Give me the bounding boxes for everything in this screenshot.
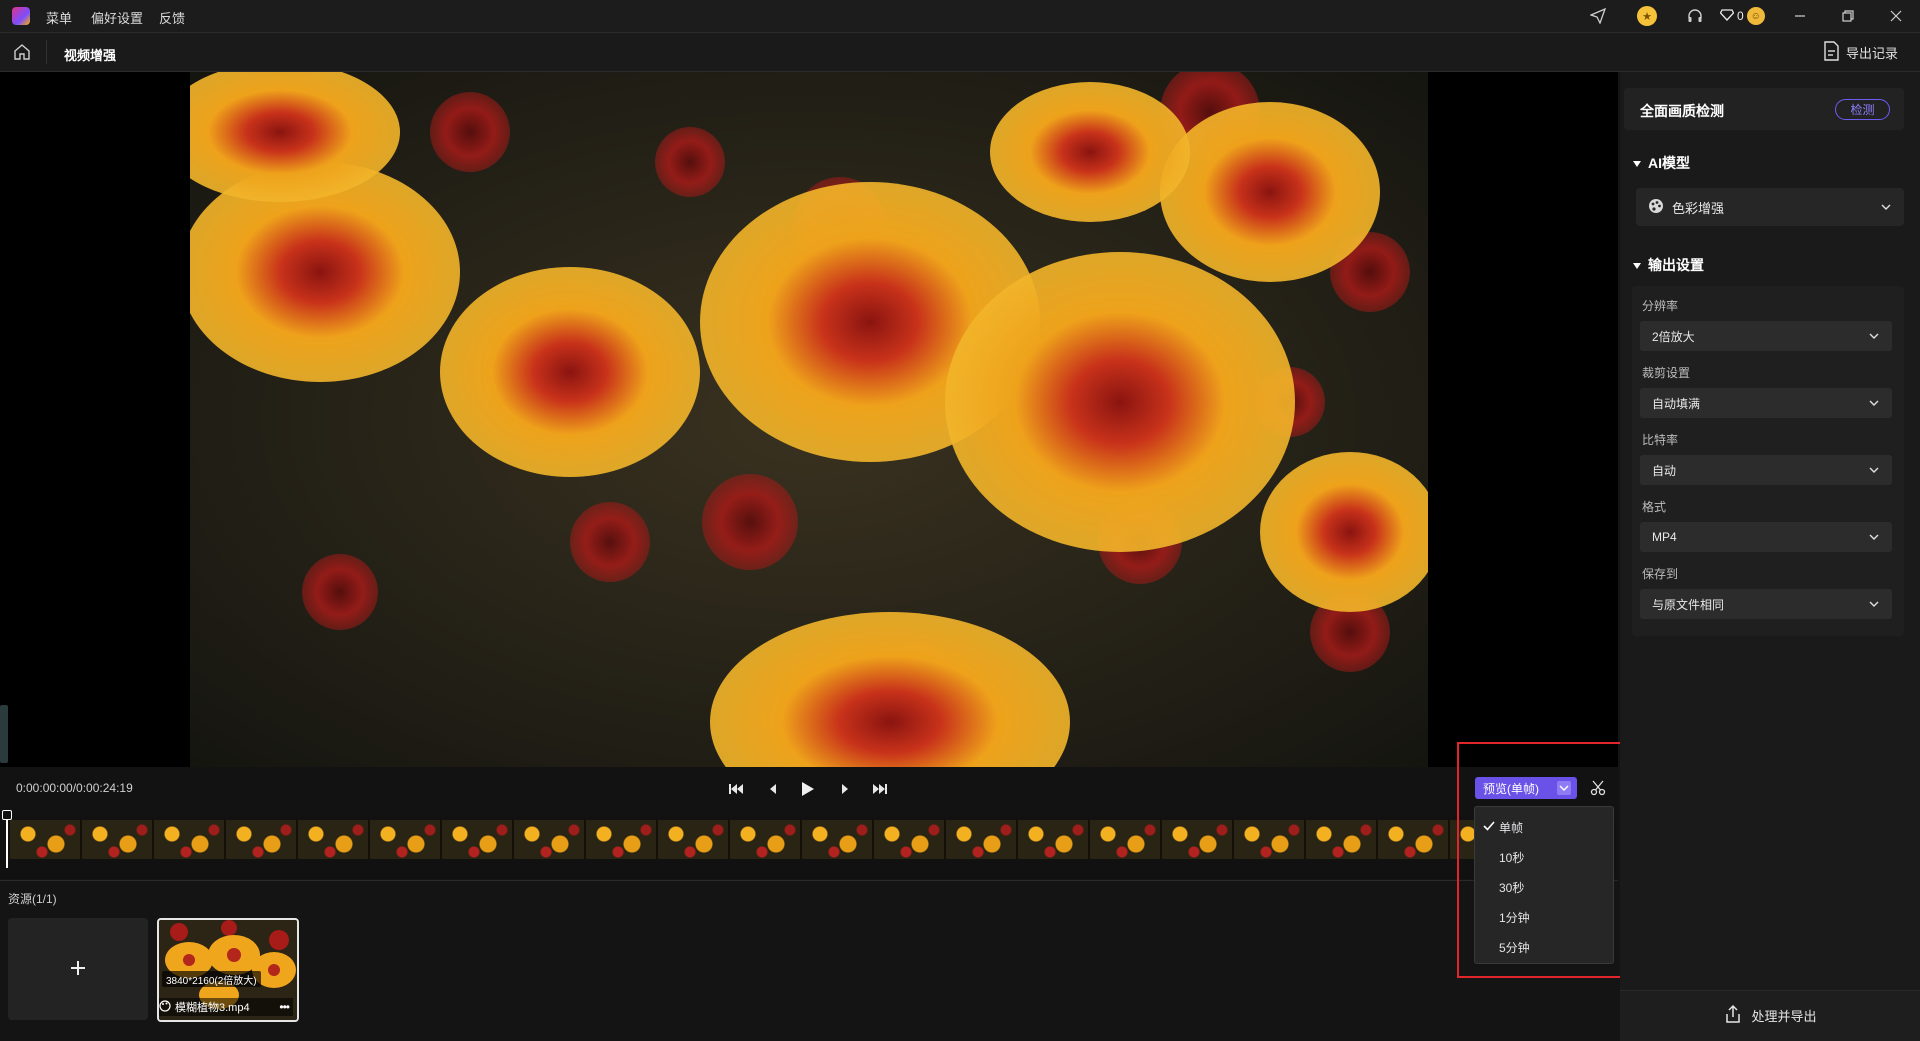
page-title: 视频增强	[64, 48, 117, 63]
export-record-button[interactable]: 导出记录	[1822, 41, 1898, 64]
title-bar	[0, 0, 1920, 33]
section-ai-model[interactable]: AI模型	[1632, 153, 1690, 173]
headset-icon[interactable]	[1685, 6, 1705, 26]
ai-model-select[interactable]: 色彩增强	[1636, 188, 1904, 226]
section-output-settings[interactable]: 输出设置	[1632, 255, 1704, 275]
chevron-down-icon	[1868, 598, 1880, 610]
app-logo	[12, 7, 30, 25]
caret-down-icon	[1632, 155, 1642, 171]
crop-label: 裁剪设置	[1642, 366, 1691, 380]
export-record-label: 导出记录	[1846, 46, 1899, 61]
avatar[interactable]: ☺	[1746, 7, 1765, 25]
chevron-down-icon	[1868, 464, 1880, 476]
quality-check-title: 全面画质检测	[1640, 103, 1724, 119]
coin-icon[interactable]: ★	[1637, 6, 1657, 26]
palette-icon	[1648, 198, 1664, 217]
ai-model-value: 色彩增强	[1672, 200, 1725, 216]
close-icon[interactable]	[1886, 6, 1906, 26]
section-output-label: 输出设置	[1648, 257, 1704, 273]
highlight-box	[1457, 742, 1630, 978]
skip-to-start-button[interactable]	[723, 777, 749, 801]
format-label: 格式	[1642, 500, 1667, 514]
process-export-label: 处理并导出	[1751, 1008, 1817, 1024]
menu-item-menu[interactable]: 菜单	[46, 8, 72, 27]
skip-to-end-button[interactable]	[867, 777, 893, 801]
chevron-down-icon	[1868, 330, 1880, 342]
process-export-button[interactable]: 处理并导出	[1620, 990, 1920, 1040]
document-icon	[1822, 41, 1840, 64]
resolution-value: 2倍放大	[1652, 329, 1695, 344]
crop-value: 自动填满	[1652, 396, 1701, 411]
minimize-icon[interactable]	[1790, 6, 1810, 26]
bitrate-select[interactable]: 自动	[1640, 455, 1892, 485]
video-preview	[190, 72, 1428, 767]
format-value: MP4	[1652, 530, 1677, 544]
nav-bar	[0, 33, 1920, 72]
resolution-badge: 3840*2160(2倍放大)	[162, 971, 261, 987]
save-to-value: 与原文件相同	[1652, 597, 1725, 612]
share-icon	[1723, 1004, 1743, 1027]
section-ai-model-label: AI模型	[1648, 155, 1690, 171]
more-icon[interactable]: •••	[279, 1000, 290, 1014]
nav-divider	[46, 40, 47, 64]
audio-meter	[0, 705, 8, 763]
menu-item-feedback[interactable]: 反馈	[159, 8, 185, 27]
save-to-label: 保存到	[1642, 567, 1679, 581]
chevron-down-icon	[1880, 201, 1892, 213]
resolution-select[interactable]: 2倍放大	[1640, 321, 1892, 351]
timecode: 0:00:00:00/0:00:24:19	[16, 781, 133, 795]
playhead[interactable]	[6, 812, 8, 868]
format-select[interactable]: MP4	[1640, 522, 1892, 552]
send-icon[interactable]	[1588, 6, 1608, 26]
add-resource-button[interactable]	[8, 918, 148, 1020]
save-to-select[interactable]: 与原文件相同	[1640, 589, 1892, 619]
detect-button[interactable]: 检测	[1835, 99, 1890, 120]
crop-select[interactable]: 自动填满	[1640, 388, 1892, 418]
home-icon[interactable]	[12, 42, 34, 64]
resources-label: 资源(1/1)	[8, 892, 57, 906]
restore-icon[interactable]	[1838, 6, 1858, 26]
menu-item-preferences[interactable]: 偏好设置	[91, 8, 143, 27]
resource-file-row: 模糊植物3.mp4 •••	[159, 998, 293, 1016]
plus-icon	[68, 958, 88, 981]
play-button[interactable]	[795, 777, 821, 801]
divider	[0, 880, 1618, 881]
playhead-handle[interactable]	[2, 810, 12, 820]
bitrate-value: 自动	[1652, 463, 1677, 478]
resource-filename: 模糊植物3.mp4	[175, 1002, 250, 1014]
chevron-down-icon	[1868, 531, 1880, 543]
bitrate-label: 比特率	[1642, 433, 1679, 447]
resolution-label: 分辨率	[1642, 299, 1679, 313]
timeline-filmstrip[interactable]	[8, 820, 1478, 859]
gem-balance[interactable]: 0 ☺	[1719, 6, 1765, 26]
chevron-down-icon	[1868, 397, 1880, 409]
gem-count: 0	[1737, 9, 1744, 23]
previous-frame-button[interactable]	[760, 777, 786, 801]
diamond-icon	[1719, 8, 1735, 24]
next-frame-button[interactable]	[832, 777, 858, 801]
palette-icon	[159, 999, 171, 1015]
caret-down-icon	[1632, 257, 1642, 273]
